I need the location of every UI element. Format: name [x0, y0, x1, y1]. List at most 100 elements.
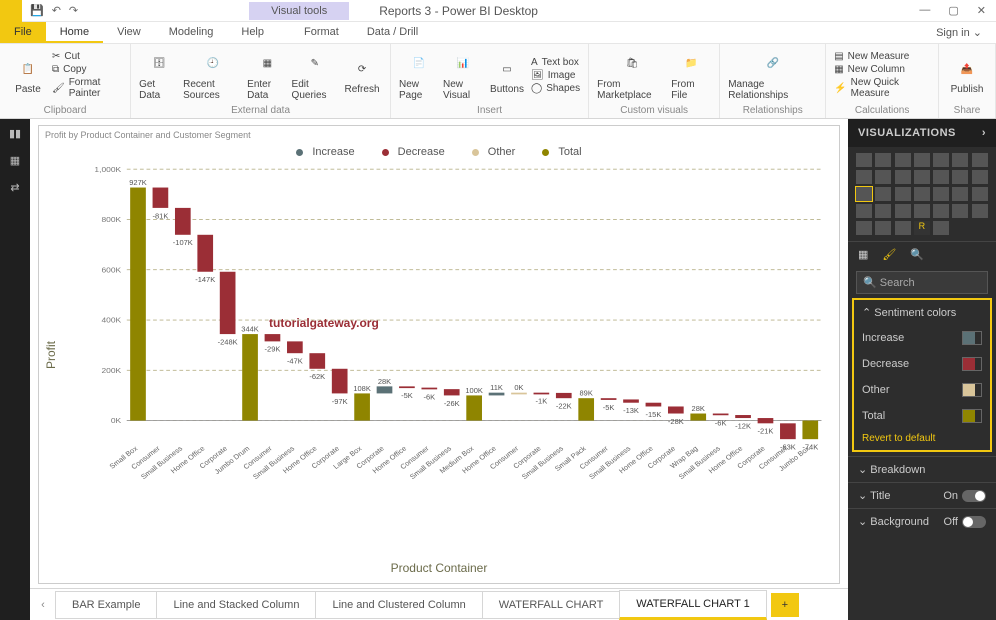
- save-icon[interactable]: 💾: [30, 4, 44, 17]
- sheet-line-clustered[interactable]: Line and Clustered Column: [315, 591, 482, 619]
- background-toggle[interactable]: [962, 516, 986, 528]
- close-icon[interactable]: ✕: [977, 4, 986, 17]
- viz-type[interactable]: [952, 170, 968, 184]
- format-painter-button[interactable]: 🖌 Format Painter: [52, 77, 122, 99]
- sheet-line-stacked[interactable]: Line and Stacked Column: [156, 591, 316, 619]
- viz-type[interactable]: [895, 204, 911, 218]
- viz-type[interactable]: [972, 204, 988, 218]
- enter-data-button[interactable]: ▦Enter Data: [247, 47, 287, 103]
- search-input[interactable]: 🔍 Search: [856, 271, 988, 294]
- viz-type[interactable]: [895, 187, 911, 201]
- new-visual-button[interactable]: 📊New Visual: [443, 47, 483, 103]
- title-section[interactable]: ⌄ TitleOn: [848, 482, 996, 508]
- minimize-icon[interactable]: —: [919, 4, 930, 17]
- viz-type[interactable]: [875, 187, 891, 201]
- new-measure-button[interactable]: ▤ New Measure: [834, 51, 930, 62]
- viz-type[interactable]: [972, 153, 988, 167]
- chevron-right-icon[interactable]: ›: [982, 127, 986, 139]
- textbox-button[interactable]: A Text box: [531, 57, 580, 68]
- main-area: ▮▮ ▦ ⇄ Profit by Product Container and C…: [0, 119, 996, 620]
- viz-type[interactable]: [972, 187, 988, 201]
- viz-type[interactable]: [856, 170, 872, 184]
- revert-default[interactable]: Revert to default: [854, 429, 990, 450]
- publish-button[interactable]: 📤Publish: [947, 47, 987, 103]
- tab-home[interactable]: Home: [46, 22, 103, 43]
- sheet-waterfall[interactable]: WATERFALL CHART: [482, 591, 621, 619]
- paste-button[interactable]: 📋Paste: [8, 47, 48, 103]
- edit-queries-button[interactable]: ✎Edit Queries: [292, 47, 338, 103]
- sheet-waterfall-1[interactable]: WATERFALL CHART 1: [619, 590, 767, 620]
- report-view-icon[interactable]: ▮▮: [9, 127, 21, 140]
- svg-text:600K: 600K: [101, 266, 121, 275]
- cut-button[interactable]: ✂ Cut: [52, 51, 122, 62]
- format-tab-icon[interactable]: 🖌: [882, 248, 896, 261]
- viz-type[interactable]: [895, 170, 911, 184]
- viz-type[interactable]: [972, 170, 988, 184]
- get-data-button[interactable]: 🗄Get Data: [139, 47, 179, 103]
- viz-type[interactable]: [933, 221, 949, 235]
- viz-type[interactable]: [914, 170, 930, 184]
- manage-relationships-button[interactable]: 🔗Manage Relationships: [728, 47, 817, 103]
- increase-color[interactable]: [962, 331, 982, 345]
- viz-type[interactable]: [952, 204, 968, 218]
- new-column-button[interactable]: ▦ New Column: [834, 64, 930, 75]
- viz-type[interactable]: [914, 187, 930, 201]
- decrease-color[interactable]: [962, 357, 982, 371]
- viz-type[interactable]: [875, 221, 891, 235]
- undo-icon[interactable]: ↶: [52, 4, 61, 17]
- waterfall-chart[interactable]: Profit by Product Container and Customer…: [38, 125, 840, 584]
- tab-view[interactable]: View: [103, 22, 155, 43]
- tab-format[interactable]: Format: [290, 22, 353, 43]
- tab-help[interactable]: Help: [227, 22, 278, 43]
- maximize-icon[interactable]: ▢: [948, 4, 958, 17]
- from-file-button[interactable]: 📁From File: [671, 47, 711, 103]
- image-button[interactable]: 🖼 Image: [531, 70, 580, 81]
- other-color[interactable]: [962, 383, 982, 397]
- breakdown-section[interactable]: ⌄ Breakdown: [848, 456, 996, 482]
- viz-type[interactable]: [933, 153, 949, 167]
- viz-header[interactable]: VISUALIZATIONS›: [848, 119, 996, 147]
- viz-type[interactable]: [875, 204, 891, 218]
- recent-sources-button[interactable]: 🕘Recent Sources: [183, 47, 243, 103]
- viz-type[interactable]: [952, 187, 968, 201]
- sign-in[interactable]: Sign in ⌄: [922, 22, 996, 43]
- tab-modeling[interactable]: Modeling: [155, 22, 228, 43]
- shapes-button[interactable]: ◯ Shapes: [531, 83, 580, 94]
- sentiment-header[interactable]: ⌃ Sentiment colors: [854, 300, 990, 325]
- viz-type[interactable]: [933, 204, 949, 218]
- viz-type-r[interactable]: R: [914, 221, 930, 235]
- viz-type[interactable]: [933, 187, 949, 201]
- viz-type[interactable]: [895, 221, 911, 235]
- viz-type[interactable]: [856, 153, 872, 167]
- viz-type[interactable]: [875, 153, 891, 167]
- new-page-button[interactable]: 📄New Page: [399, 47, 439, 103]
- title-toggle[interactable]: [962, 490, 986, 502]
- analytics-tab-icon[interactable]: 🔍: [910, 248, 924, 261]
- viz-type[interactable]: [895, 153, 911, 167]
- svg-text:927K: 927K: [129, 178, 147, 187]
- redo-icon[interactable]: ↷: [69, 4, 78, 17]
- viz-type[interactable]: [914, 153, 930, 167]
- fields-tab-icon[interactable]: ▦: [858, 248, 868, 261]
- tab-datadrill[interactable]: Data / Drill: [353, 22, 432, 43]
- viz-type[interactable]: [914, 204, 930, 218]
- viz-type[interactable]: [933, 170, 949, 184]
- viz-type-waterfall[interactable]: [856, 187, 872, 201]
- sheet-prev[interactable]: ‹: [30, 599, 56, 611]
- refresh-button[interactable]: ⟳Refresh: [342, 47, 382, 103]
- copy-button[interactable]: ⧉ Copy: [52, 64, 122, 75]
- buttons-button[interactable]: ▭Buttons: [487, 47, 527, 103]
- add-sheet-button[interactable]: +: [771, 593, 799, 617]
- total-color[interactable]: [962, 409, 982, 423]
- data-view-icon[interactable]: ▦: [10, 154, 20, 167]
- model-view-icon[interactable]: ⇄: [10, 181, 19, 194]
- new-quick-measure-button[interactable]: ⚡ New Quick Measure: [834, 77, 930, 99]
- tab-file[interactable]: File: [0, 22, 46, 43]
- from-marketplace-button[interactable]: 🛍From Marketplace: [597, 47, 667, 103]
- viz-type[interactable]: [952, 153, 968, 167]
- viz-type[interactable]: [856, 204, 872, 218]
- viz-type[interactable]: [856, 221, 872, 235]
- viz-type[interactable]: [875, 170, 891, 184]
- sheet-bar-example[interactable]: BAR Example: [55, 591, 157, 619]
- background-section[interactable]: ⌄ BackgroundOff: [848, 508, 996, 534]
